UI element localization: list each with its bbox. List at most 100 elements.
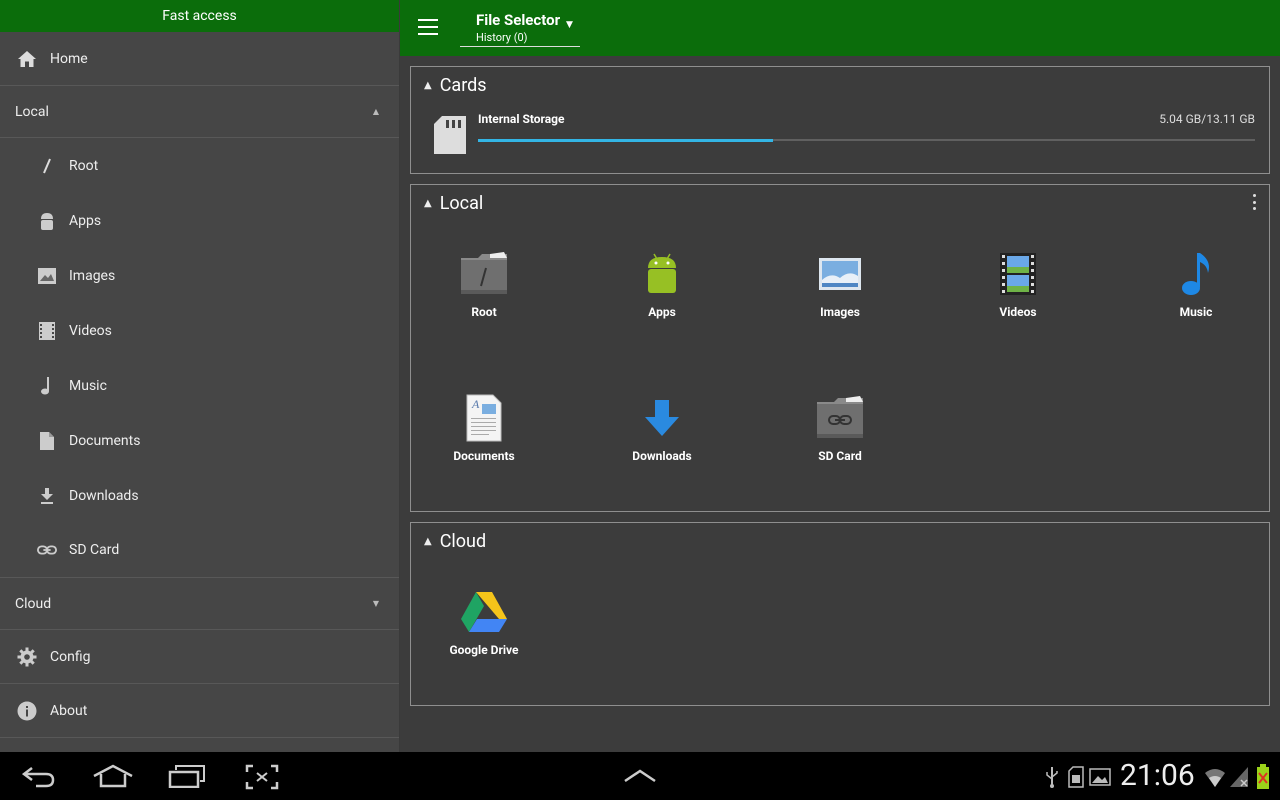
sidebar-item-label: Home [50, 50, 88, 67]
link-icon [37, 540, 57, 560]
title-spinner[interactable]: File Selector ▼ History (0) [460, 10, 580, 47]
svg-text:A: A [471, 397, 480, 411]
tile-downloads[interactable]: Downloads [602, 393, 722, 473]
tile-label: Google Drive [449, 643, 519, 657]
tile-label: Apps [648, 305, 676, 319]
sidebar-item-label: Music [69, 377, 107, 394]
sidebar-item-music[interactable]: Music [0, 358, 399, 413]
battery-charging-icon [1256, 764, 1270, 794]
home-icon [16, 48, 38, 70]
local-panel-header[interactable]: ▲ Local [424, 193, 483, 214]
sidebar-item-documents[interactable]: Documents [0, 413, 399, 468]
screenshot-icon[interactable] [245, 764, 279, 794]
info-icon [16, 700, 38, 722]
system-navigation-bar: 21:06 [0, 752, 1280, 800]
tile-music[interactable]: Music [1136, 249, 1256, 329]
android-icon [37, 211, 57, 231]
cloud-panel: ▲ Cloud Google Drive [410, 522, 1270, 706]
android-icon [637, 249, 687, 299]
tile-label: Documents [453, 449, 515, 463]
sidebar-item-downloads[interactable]: Downloads [0, 468, 399, 523]
cards-panel: ▲ Cards Internal Storage 5.04 GB/13.11 G… [410, 66, 1270, 174]
tile-label: Images [820, 305, 860, 319]
sidebar-item-videos[interactable]: Videos [0, 303, 399, 358]
cloud-panel-header[interactable]: ▲ Cloud [424, 531, 486, 552]
sidebar-section-label: Local [15, 103, 49, 120]
usb-icon [1044, 766, 1060, 792]
sidebar-item-label: About [50, 702, 88, 719]
tile-apps[interactable]: Apps [602, 249, 722, 329]
file-selector-app: Fast access Home Local ▲ Root Apps Image… [0, 0, 1280, 752]
collapse-triangle-icon: ▲ [424, 198, 432, 209]
film-strip-icon [993, 249, 1043, 299]
sidebar-section-label: Cloud [15, 595, 52, 612]
gallery-status-icon [1089, 768, 1111, 790]
sidebar-section-local[interactable]: Local ▲ [0, 86, 399, 138]
sidebar-item-apps[interactable]: Apps [0, 193, 399, 248]
back-icon[interactable] [21, 764, 56, 792]
folder-slash-icon [459, 249, 509, 299]
home-button-icon[interactable] [92, 764, 134, 792]
storage-usage-fill [478, 138, 774, 142]
page-title: File Selector [476, 11, 561, 29]
picture-icon [815, 249, 865, 299]
sidebar-item-label: Images [69, 267, 116, 284]
storage-size: 5.04 GB/13.11 GB [1159, 112, 1255, 126]
sidebar-item-label: Videos [69, 322, 112, 339]
navigation-drawer: Fast access Home Local ▲ Root Apps Image… [0, 0, 400, 752]
music-note-icon [1171, 249, 1221, 299]
sidebar-item-about[interactable]: About [0, 684, 399, 738]
film-icon [37, 321, 57, 341]
tile-label: Downloads [632, 449, 692, 463]
storage-name[interactable]: Internal Storage [478, 112, 565, 126]
sidebar-section-cloud[interactable]: Cloud ▼ [0, 578, 399, 630]
cards-panel-header[interactable]: ▲ Cards [424, 75, 487, 96]
sidebar-item-label: Downloads [69, 487, 139, 504]
sidebar-item-home[interactable]: Home [0, 32, 399, 86]
chevron-up-icon[interactable] [623, 768, 657, 787]
collapse-triangle-icon: ▲ [424, 536, 432, 547]
overflow-menu-icon[interactable] [1253, 194, 1257, 210]
dropdown-arrow-icon: ▼ [566, 20, 573, 30]
drawer-header: Fast access [0, 0, 399, 32]
sidebar-item-label: Documents [69, 432, 141, 449]
tile-label: Root [471, 305, 497, 319]
sidebar-item-label: Apps [69, 212, 102, 229]
tile-videos[interactable]: Videos [958, 249, 1078, 329]
storage-usage-bar [478, 138, 1255, 142]
sd-card-icon [433, 115, 467, 159]
history-label: History (0) [476, 31, 528, 44]
collapse-triangle-icon: ▲ [424, 80, 432, 91]
document-icon [37, 431, 57, 451]
tile-documents[interactable]: A Documents [424, 393, 544, 473]
document-icon: A [459, 393, 509, 443]
tile-google-drive[interactable]: Google Drive [424, 587, 544, 667]
sidebar-item-images[interactable]: Images [0, 248, 399, 303]
action-bar: File Selector ▼ History (0) [400, 0, 1280, 56]
sidebar-item-root[interactable]: Root [0, 138, 399, 193]
sidebar-item-label: SD Card [69, 542, 120, 558]
tile-sd-card[interactable]: SD Card [780, 393, 900, 473]
menu-icon[interactable] [418, 19, 438, 35]
signal-icon [1229, 766, 1249, 792]
download-icon [37, 486, 57, 506]
panel-title: Cloud [439, 531, 487, 552]
sidebar-item-sd-card[interactable]: SD Card [0, 523, 399, 578]
folder-link-icon [815, 393, 865, 443]
chevron-up-icon: ▲ [372, 107, 379, 116]
local-panel: ▲ Local Root Apps Images Videos Music A … [410, 184, 1270, 512]
download-arrow-icon [637, 393, 687, 443]
tile-label: Music [1179, 305, 1213, 319]
google-drive-icon [459, 587, 509, 637]
drawer-header-title: Fast access [162, 8, 237, 24]
sd-card-status-icon [1068, 766, 1084, 792]
sidebar-item-config[interactable]: Config [0, 630, 399, 684]
tile-root[interactable]: Root [424, 249, 544, 329]
gear-icon [16, 646, 38, 668]
status-clock: 21:06 [1120, 758, 1195, 793]
tile-images[interactable]: Images [780, 249, 900, 329]
chevron-down-icon: ▼ [372, 599, 379, 608]
recent-apps-icon[interactable] [168, 764, 206, 792]
panel-title: Local [439, 193, 484, 214]
tile-label: SD Card [818, 449, 862, 463]
